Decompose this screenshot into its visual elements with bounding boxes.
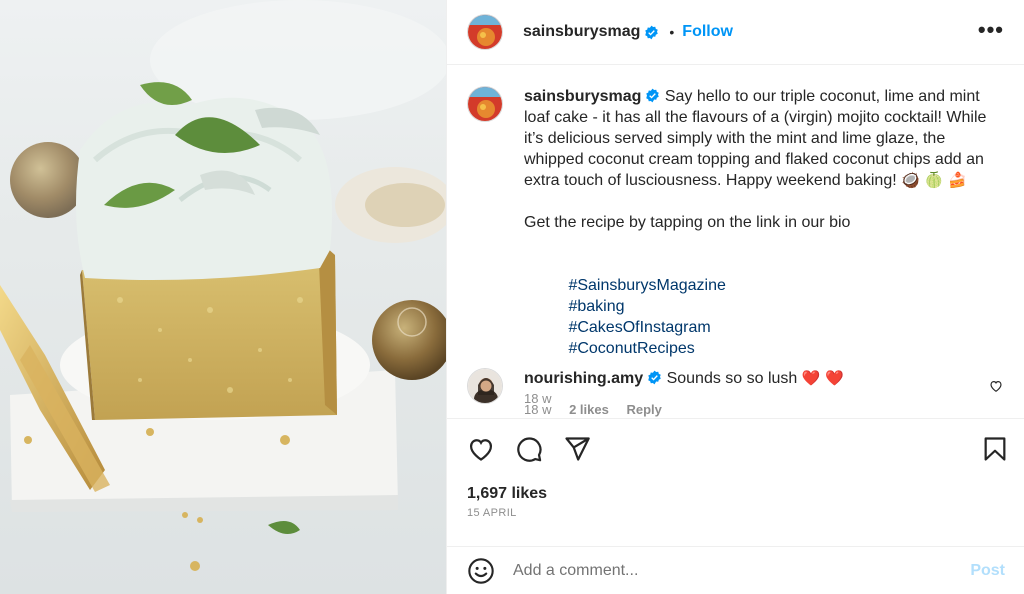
separator-dot: •: [669, 24, 675, 40]
heart-icon[interactable]: [467, 435, 495, 463]
comment-meta: 18 w 2 likes Reply: [524, 399, 1007, 418]
hashtag-link[interactable]: #SainsburysMagazine: [568, 277, 725, 294]
paper-plane-icon[interactable]: [563, 435, 591, 463]
hashtag-link[interactable]: #CoconutRecipes: [568, 340, 694, 357]
verified-badge-icon: [647, 370, 662, 385]
post-comment-button[interactable]: Post: [970, 562, 1005, 580]
comment-bubble-icon[interactable]: [515, 435, 543, 463]
caption-emojis: 🥥 🍈 🍰: [901, 171, 967, 189]
comment-reply-button[interactable]: Reply: [626, 402, 661, 417]
commenter-avatar[interactable]: [467, 368, 503, 404]
comment-text: Sounds so so lush: [666, 370, 798, 387]
comment-input[interactable]: [513, 561, 971, 580]
caption-recipe-line: Get the recipe by tapping on the link in…: [524, 214, 851, 231]
likes-count[interactable]: 1,697 likes: [467, 485, 547, 503]
post-details-panel: sainsburysmag • Follow ••• sainsburysmag…: [446, 0, 1024, 594]
post-photo: [0, 0, 446, 594]
caption-hashtags: #SainsburysMagazine #baking #CakesOfInst…: [524, 254, 997, 380]
caption-username[interactable]: sainsburysmag: [524, 88, 641, 105]
account-avatar[interactable]: [467, 14, 503, 50]
hashtag-link[interactable]: #CakesOfInstagram: [568, 319, 710, 336]
comment-age: 18 w: [524, 402, 552, 417]
verified-badge-icon: [645, 88, 660, 103]
hashtag-link[interactable]: #baking: [568, 298, 624, 315]
more-options-icon[interactable]: •••: [978, 19, 1004, 41]
bookmark-icon[interactable]: [981, 435, 1009, 463]
add-comment-bar: Post: [447, 546, 1024, 594]
caption-avatar[interactable]: [467, 86, 503, 122]
post-date: 15 APRIL: [467, 507, 517, 519]
post-caption: sainsburysmag Say hello to our triple co…: [467, 86, 997, 409]
commenter-username[interactable]: nourishing.amy: [524, 370, 643, 387]
post-header: sainsburysmag • Follow •••: [447, 0, 1024, 65]
loaf-cake-photo: [0, 0, 446, 571]
follow-button[interactable]: Follow: [682, 23, 733, 41]
verified-badge-icon: [644, 25, 659, 40]
smiley-icon[interactable]: [467, 557, 495, 585]
post-actions: 1,697 likes 15 APRIL: [447, 418, 1024, 546]
comment-hearts: ❤️ ❤️: [801, 369, 844, 387]
small-heart-icon[interactable]: [989, 379, 1003, 398]
comment-likes[interactable]: 2 likes: [569, 402, 609, 417]
comment-item: nourishing.amy Sounds so so lush ❤️ ❤️ 1…: [467, 368, 1007, 418]
account-username[interactable]: sainsburysmag: [523, 23, 640, 41]
comments-section[interactable]: sainsburysmag Say hello to our triple co…: [447, 66, 1024, 418]
